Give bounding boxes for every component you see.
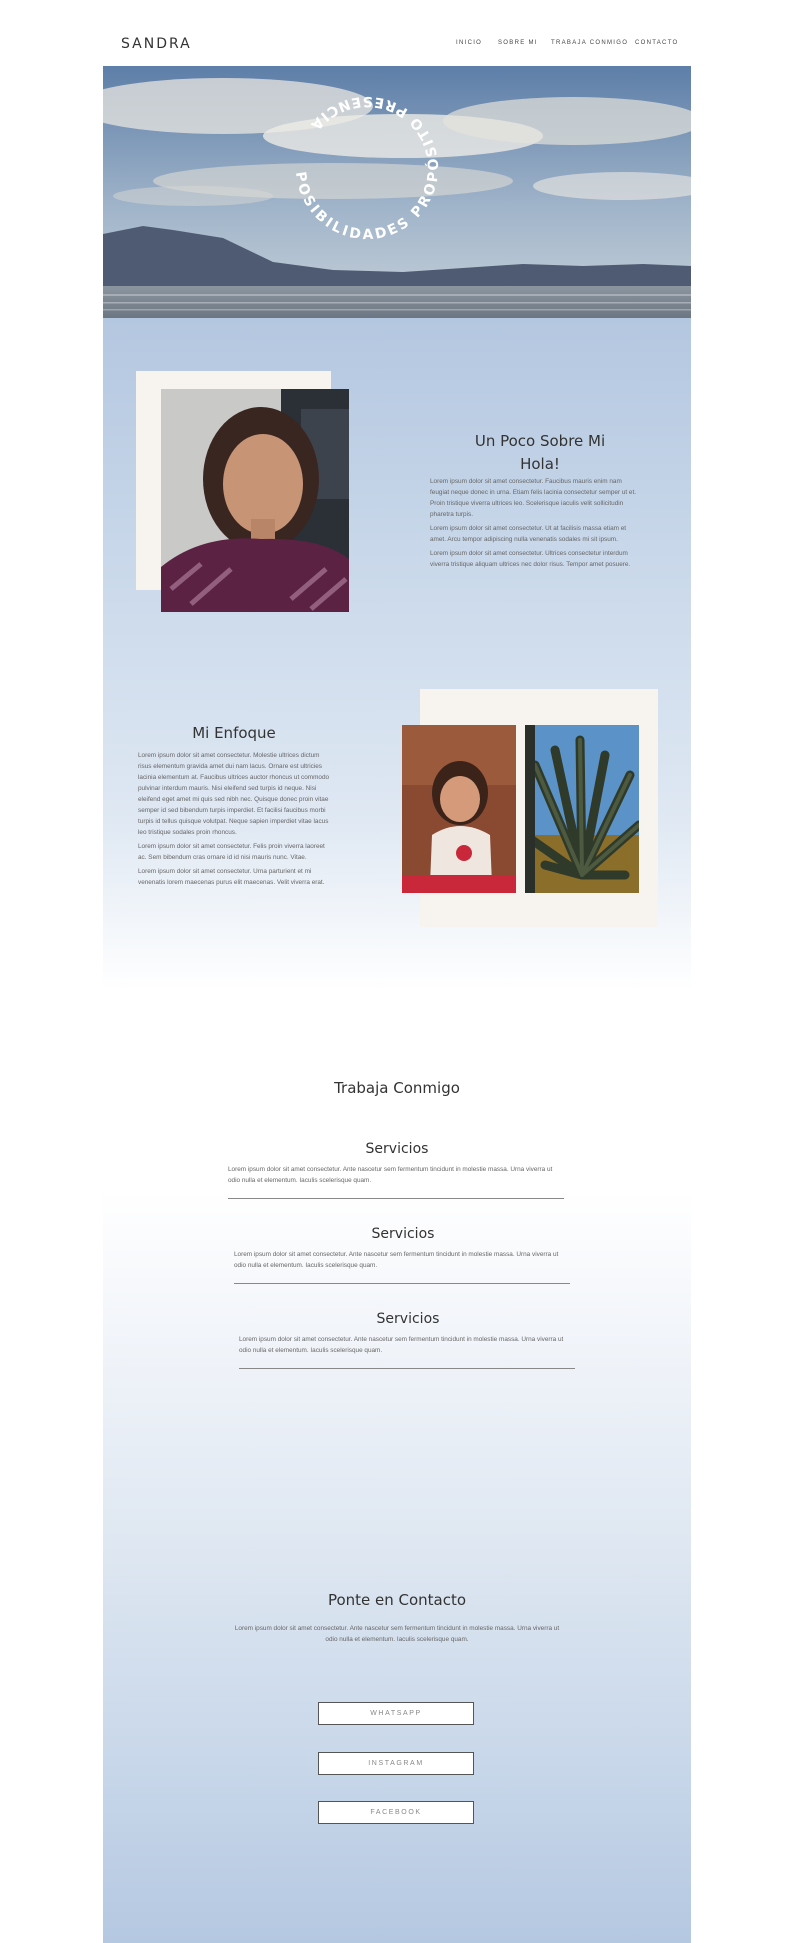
- nav-trabaja-conmigo[interactable]: TRABAJA CONMIGO: [551, 40, 628, 46]
- about-portrait-photo: [161, 389, 349, 612]
- work-title: Trabaja Conmigo: [334, 1079, 460, 1097]
- service-text: Lorem ipsum dolor sit amet consectetur. …: [239, 1336, 564, 1354]
- childhood-photo: [402, 725, 516, 893]
- nav-inicio[interactable]: INICIO: [456, 40, 482, 46]
- service-divider: [228, 1198, 564, 1199]
- about-paragraph: Lorem ipsum dolor sit amet consectetur. …: [430, 525, 627, 543]
- contact-text: Lorem ipsum dolor sit amet consectetur. …: [234, 1625, 560, 1643]
- facebook-button[interactable]: FACEBOOK: [318, 1801, 474, 1824]
- circular-text-badge: POSIBILIDADES PROPÓSITO PRESENCIA: [292, 93, 442, 243]
- focus-paragraph: Lorem ipsum dolor sit amet consectetur. …: [138, 843, 325, 861]
- focus-paragraph: Lorem ipsum dolor sit amet consectetur. …: [138, 752, 330, 836]
- instagram-button[interactable]: INSTAGRAM: [318, 1752, 474, 1775]
- focus-text: Lorem ipsum dolor sit amet consectetur. …: [138, 750, 334, 891]
- hero-banner: POSIBILIDADES PROPÓSITO PRESENCIA: [103, 66, 691, 318]
- contact-title: Ponte en Contacto: [327, 1591, 467, 1609]
- service-divider: [239, 1368, 575, 1369]
- svg-text:POSIBILIDADES PROPÓSITO PRESEN: POSIBILIDADES PROPÓSITO PRESENCIA: [292, 93, 442, 243]
- about-paragraph: Lorem ipsum dolor sit amet consectetur. …: [430, 478, 637, 518]
- focus-title: Mi Enfoque: [192, 724, 276, 742]
- about-title: Un Poco Sobre Mi: [474, 432, 606, 450]
- site-logo[interactable]: SANDRA: [121, 36, 192, 52]
- whatsapp-button[interactable]: WHATSAPP: [318, 1702, 474, 1725]
- nav-sobre-mi[interactable]: SOBRE MI: [498, 40, 538, 46]
- page: SANDRA INICIO SOBRE MI TRABAJA CONMIGO C…: [0, 0, 800, 1943]
- service-text: Lorem ipsum dolor sit amet consectetur. …: [228, 1166, 553, 1184]
- service-title: Servicios: [371, 1226, 435, 1242]
- focus-paragraph: Lorem ipsum dolor sit amet consectetur. …: [138, 868, 325, 886]
- service-title: Servicios: [376, 1311, 440, 1327]
- about-text: Lorem ipsum dolor sit amet consectetur. …: [430, 476, 640, 573]
- service-text: Lorem ipsum dolor sit amet consectetur. …: [234, 1251, 559, 1269]
- nav-contacto[interactable]: CONTACTO: [635, 40, 679, 46]
- service-divider: [234, 1283, 570, 1284]
- service-title: Servicios: [365, 1141, 429, 1157]
- about-paragraph: Lorem ipsum dolor sit amet consectetur. …: [430, 550, 631, 568]
- about-subtitle: Hola!: [520, 455, 560, 473]
- agave-plant-photo: [525, 725, 639, 893]
